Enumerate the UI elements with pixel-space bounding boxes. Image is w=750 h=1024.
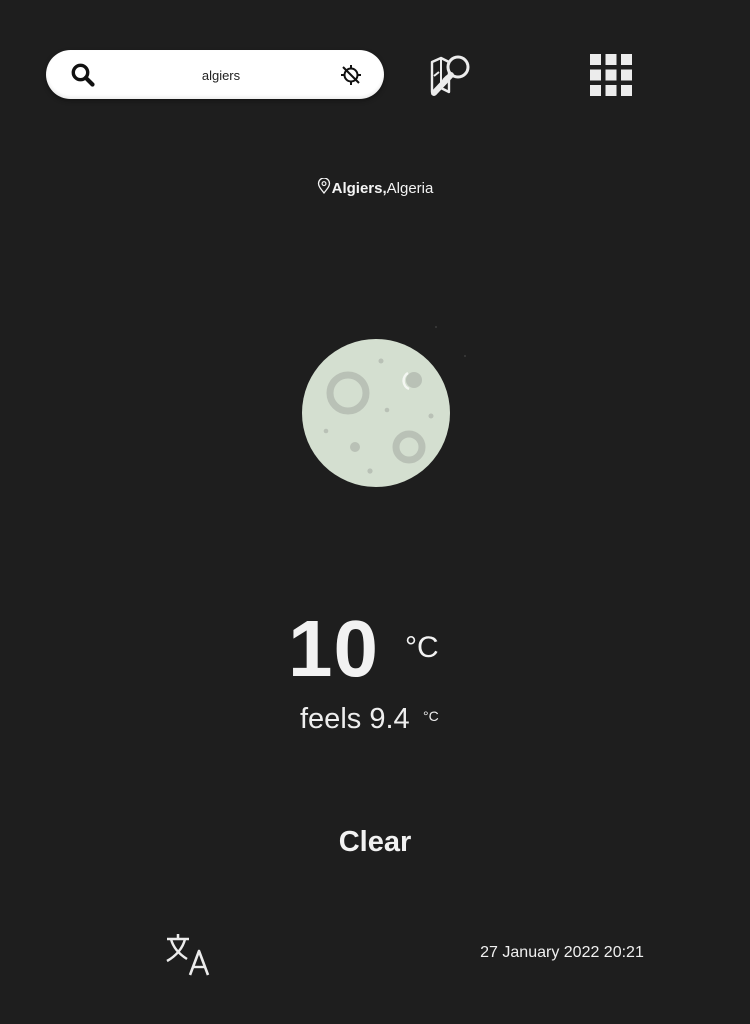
temperature-unit: °C — [405, 631, 439, 664]
feels-like-value: feels 9.4 — [300, 703, 410, 735]
map-pin-icon — [317, 178, 330, 194]
temperature-value: 10 — [288, 604, 379, 693]
location-label: Algiers,Algeria — [0, 178, 750, 197]
full-moon-icon — [302, 326, 466, 487]
search-input[interactable] — [116, 62, 326, 88]
date-time: 27 January 2022 20:21 — [480, 944, 644, 961]
map-search-icon[interactable] — [428, 52, 474, 98]
locate-off-icon[interactable] — [340, 64, 362, 86]
country-name: Algeria — [386, 180, 434, 197]
feels-like: feels 9.4 °C — [300, 700, 460, 740]
search-icon[interactable] — [70, 62, 96, 88]
translate-icon[interactable] — [163, 930, 213, 980]
apps-grid-icon[interactable] — [588, 52, 634, 98]
search-bar[interactable] — [46, 50, 384, 99]
city-name: Algiers, — [331, 180, 387, 197]
weather-condition: Clear — [338, 826, 412, 858]
weather-app: Algiers,Algeria 10 °C feels 9.4 °C Clear… — [0, 0, 750, 1024]
feels-like-unit: °C — [423, 708, 439, 724]
